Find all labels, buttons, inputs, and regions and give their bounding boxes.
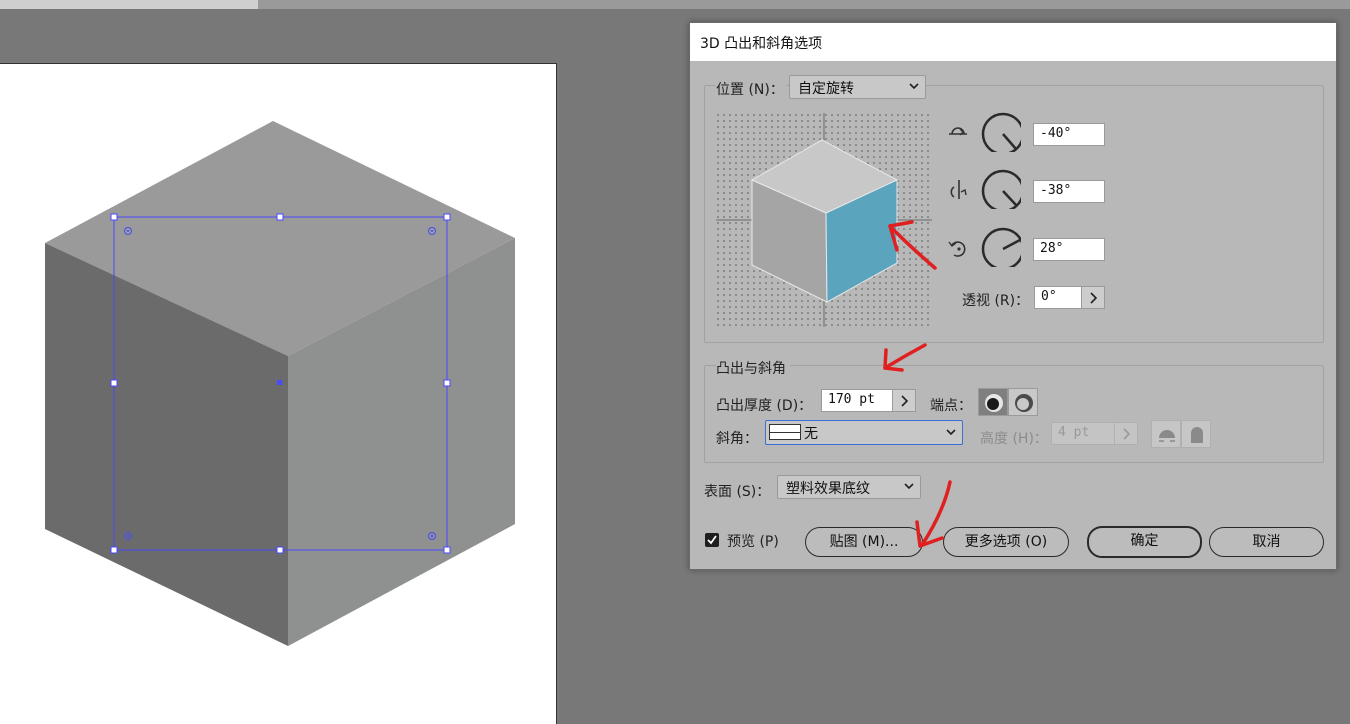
z-axis-rotate-icon (948, 241, 966, 257)
ok-button[interactable]: 确定 (1087, 526, 1202, 558)
position-select-value: 自定旋转 (798, 81, 854, 97)
cancel-button[interactable]: 取消 (1209, 527, 1324, 557)
knob-pointer (1002, 238, 1021, 251)
dialog-title-bar[interactable]: 3D 凸出和斜角选项 (690, 23, 1336, 61)
chevron-down-icon (946, 429, 956, 436)
surface-select-value: 塑料效果底纹 (786, 481, 870, 497)
more-options-button[interactable]: 更多选项 (O) (943, 527, 1069, 557)
preview-checkbox[interactable] (705, 533, 719, 547)
bevel-in-button[interactable] (1181, 420, 1211, 448)
chevron-right-icon (901, 395, 909, 407)
x-axis-rotate-icon (949, 127, 967, 136)
y-rotation-knob[interactable] (981, 169, 1021, 209)
map-art-button[interactable]: 贴图 (M)... (805, 527, 923, 557)
perspective-field[interactable]: 0° (1034, 286, 1082, 309)
artboard[interactable] (0, 63, 557, 724)
cap-hollow-icon (1015, 394, 1033, 412)
top-toolbar-strip (0, 0, 1350, 9)
bevel-none-swatch (769, 424, 801, 440)
track-cube-preview[interactable] (716, 113, 932, 327)
top-tab[interactable] (0, 0, 258, 9)
bevel-height-slider-button[interactable] (1114, 422, 1138, 445)
chevron-down-icon (904, 483, 914, 490)
position-select[interactable]: 自定旋转 (789, 75, 926, 99)
bevel-label: 斜角： (716, 431, 758, 447)
bevel-select-value: 无 (804, 426, 818, 442)
surface-select[interactable]: 塑料效果底纹 (777, 475, 921, 499)
extrude-bevel-group-label: 凸出与斜角 (716, 358, 790, 378)
chevron-down-icon (909, 83, 919, 90)
check-icon (707, 535, 717, 545)
cap-label: 端点： (930, 398, 972, 414)
chevron-right-icon (1123, 428, 1131, 440)
extrude-depth-label: 凸出厚度 (D)： (716, 398, 813, 414)
bevel-outward-icon (1159, 430, 1175, 442)
bevel-select[interactable]: 无 (765, 420, 963, 445)
y-axis-rotate-icon (950, 180, 967, 199)
bevel-height-field[interactable]: 4 pt (1051, 422, 1115, 445)
cap-on-button[interactable] (978, 388, 1008, 416)
chevron-right-icon (1090, 292, 1098, 304)
z-rotation-field[interactable]: 28° (1033, 238, 1105, 261)
position-label: 位置 (N)： (716, 79, 786, 99)
knob-pointer (1002, 190, 1017, 206)
x-rotation-knob[interactable] (981, 112, 1021, 152)
bevel-height-label: 高度 (H)： (980, 431, 1048, 447)
knob-pointer (1002, 133, 1017, 150)
x-rotation-field[interactable]: -40° (1033, 123, 1105, 146)
extrude-depth-slider-button[interactable] (892, 389, 916, 412)
bevel-out-button[interactable] (1151, 420, 1181, 448)
dialog-title: 3D 凸出和斜角选项 (700, 36, 823, 52)
cube-artwork[interactable] (0, 64, 556, 724)
perspective-label: 透视 (R)： (962, 293, 1030, 309)
bevel-inward-icon (1191, 427, 1203, 443)
extrude-depth-field[interactable]: 170 pt (821, 389, 893, 412)
extrude-bevel-dialog: 3D 凸出和斜角选项 位置 (N)： 自定旋转 -40° -38° 28° 透视… (689, 22, 1337, 570)
cap-off-button[interactable] (1008, 388, 1038, 416)
preview-label[interactable]: 预览 (P) (727, 531, 779, 551)
center-point (277, 380, 282, 385)
cap-solid-icon (985, 394, 1003, 412)
surface-label: 表面 (S)： (704, 484, 771, 500)
perspective-slider-button[interactable] (1081, 286, 1105, 309)
z-rotation-knob[interactable] (981, 227, 1021, 267)
y-rotation-field[interactable]: -38° (1033, 180, 1105, 203)
